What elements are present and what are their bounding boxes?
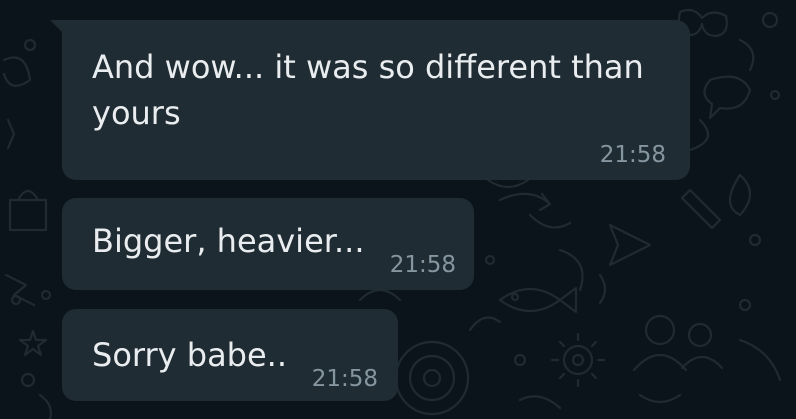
- pencil-doodle-icon: [680, 188, 722, 230]
- message-timestamp: 21:58: [599, 142, 666, 168]
- message-text-line: Bigger, heavier...: [92, 222, 365, 260]
- dot-doodle-icon: [23, 38, 37, 52]
- camera-doodle-icon: [394, 340, 470, 416]
- message-text-line: yours: [92, 94, 181, 132]
- message-timestamp: 21:58: [389, 252, 456, 278]
- message-bubble[interactable]: And wow... it was so different than your…: [62, 20, 690, 180]
- message-bubble[interactable]: Bigger, heavier... 21:58: [62, 198, 474, 290]
- gear-doodle-icon: [550, 332, 606, 388]
- message-text: And wow... it was so different than your…: [92, 44, 644, 136]
- message-text-line: And wow... it was so different than: [92, 48, 644, 86]
- message-text: Bigger, heavier...: [92, 218, 364, 264]
- fish-doodle-icon: [498, 286, 578, 314]
- message-text: Sorry babe..: [92, 332, 287, 378]
- chat-doodle-icon: [703, 75, 752, 120]
- bag-doodle-icon: [8, 189, 48, 232]
- leaf-doodle-icon: [2, 56, 32, 87]
- message-bubble[interactable]: Sorry babe.. 21:58: [62, 309, 398, 401]
- star-doodle-icon: [18, 329, 48, 357]
- people-doodle-icon: [632, 314, 724, 372]
- message-timestamp: 21:58: [311, 366, 378, 392]
- plane-doodle-icon: [608, 223, 652, 267]
- arrow-doodle-icon: [498, 192, 552, 212]
- sparkle-doodle-icon: [6, 118, 16, 150]
- message-text-line: Sorry babe..: [92, 336, 288, 374]
